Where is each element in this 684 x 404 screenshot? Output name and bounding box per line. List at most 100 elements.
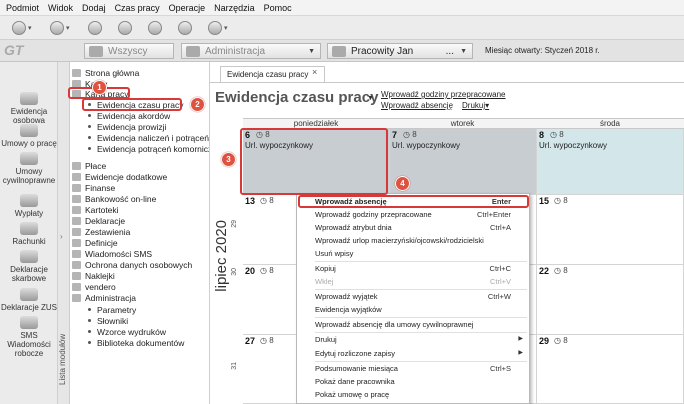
context-menu-item[interactable]: Edytuj rozliczone zapisy ▶ — [315, 349, 525, 360]
tree-subitem[interactable]: Parametry — [88, 304, 136, 315]
menu-narzedzia[interactable]: Narzędzia — [214, 3, 255, 13]
context-menu-item[interactable]: Wprowadź wyjątek Ctrl+W — [315, 292, 525, 303]
link-enter-absence[interactable]: Wprowadź absencję — [381, 101, 453, 110]
hours-value: ◷ 8 — [550, 130, 564, 139]
department-selector[interactable]: Administracja ▼ — [181, 43, 321, 59]
employee-more[interactable]: ... — [446, 46, 454, 57]
calendar-day-cell[interactable]: 15 ◷ 8 — [537, 195, 684, 265]
employee-selector[interactable]: Pracowity Jan... ▼ — [327, 43, 473, 59]
context-menu-item[interactable]: Wprowadź godziny przepracowane Ctrl+Enter — [315, 210, 525, 221]
toolbar-help-button[interactable]: ▾ — [208, 20, 234, 36]
nav-wyplaty[interactable]: Wypłaty — [0, 194, 58, 218]
context-menu-item[interactable]: Usuń wpisy — [315, 249, 525, 260]
nav-deklaracje-zus[interactable]: Deklaracje ZUS — [0, 288, 58, 312]
folder-icon — [72, 260, 81, 269]
folder-icon — [72, 238, 81, 247]
tree-item[interactable]: Zestawienia — [72, 226, 130, 237]
menu-operacje[interactable]: Operacje — [169, 3, 206, 13]
day-number: 29 — [539, 336, 550, 346]
tree-item[interactable]: Kartoteki — [72, 204, 119, 215]
absence-label: Url. wypoczynkowy — [392, 141, 461, 150]
context-menu-label: Edytuj rozliczone zapisy — [315, 349, 396, 358]
week-number: 29 — [231, 220, 238, 228]
context-menu-item[interactable]: Podsumowanie miesiąca Ctrl+S — [315, 364, 525, 375]
module-list-strip[interactable]: › Lista modułów — [58, 62, 70, 404]
nav-sms[interactable]: SMS Wiadomości robocze — [0, 316, 58, 358]
tree-item[interactable]: Płace — [72, 160, 106, 171]
tree-item[interactable]: Ochrona danych osobowych — [72, 259, 192, 270]
toolbar-clock-button[interactable] — [118, 20, 144, 36]
calendar-day-cell[interactable]: 8 ◷ 8 Url. wypoczynkowy — [537, 129, 684, 195]
menu-dodaj[interactable]: Dodaj — [82, 3, 106, 13]
nav-umowy-cywilnoprawne[interactable]: Umowy cywilnoprawne — [0, 152, 58, 185]
tab-ewidencja-czasu-pracy[interactable]: Ewidencja czasu pracy — [220, 66, 325, 82]
tree-item[interactable]: Administracja — [72, 292, 136, 303]
nav-deklaracje-skarbowe[interactable]: Deklaracje skarbowe — [0, 250, 58, 283]
tree-subitem[interactable]: Ewidencja potrąceń komorniczych — [88, 143, 209, 154]
bullet-icon — [88, 319, 91, 322]
week-number: 30 — [231, 268, 238, 276]
tree-item-label: Finanse — [85, 182, 116, 193]
tree-subitem[interactable]: Ewidencja naliczeń i potrąceń — [88, 132, 209, 143]
menu-podmiot[interactable]: Podmiot — [6, 3, 39, 13]
hours-value: ◷ 8 — [403, 130, 417, 139]
toolbar-lock-button[interactable] — [148, 20, 174, 36]
tree-item[interactable]: Definicje — [72, 237, 118, 248]
toolbar-wand-button[interactable] — [178, 20, 204, 36]
step-badge: 4 — [395, 176, 410, 191]
tree-item[interactable]: Naklejki — [72, 270, 115, 281]
day-number: 22 — [539, 266, 550, 276]
context-menu-item[interactable]: Wklej Ctrl+V — [315, 277, 525, 288]
tree-subitem[interactable]: Ewidencja prowizji — [88, 121, 166, 132]
nav-umowy-o-prace[interactable]: Umowy o pracę — [0, 124, 58, 148]
hours-value: ◷ 8 — [260, 266, 274, 275]
context-menu-item[interactable]: Wprowadź atrybut dnia Ctrl+A — [315, 223, 525, 234]
tree-item-label: Słowniki — [97, 315, 129, 326]
menu-widok[interactable]: Widok — [48, 3, 73, 13]
context-menu-item[interactable]: Pokaż dane pracownika — [315, 377, 525, 388]
print-dropdown[interactable]: Drukuj▾ — [462, 101, 489, 110]
nav-ewidencja-osobowa[interactable]: Ewidencja osobowa — [0, 92, 58, 125]
context-menu-item[interactable]: Wprowadź absencję dla umowy cywilnoprawn… — [315, 320, 525, 331]
tree-item-label: Definicje — [85, 237, 118, 248]
toolbar-envelope-button[interactable]: ▾ — [12, 20, 38, 36]
context-menu-item[interactable]: Kopiuj Ctrl+C — [315, 264, 525, 275]
menu-pomoc[interactable]: Pomoc — [264, 3, 292, 13]
group-selector[interactable]: Wszyscy — [84, 43, 174, 59]
tree-item[interactable]: Bankowość on-line — [72, 193, 156, 204]
tree-subitem[interactable]: Biblioteka dokumentów — [88, 337, 184, 348]
context-menu-item[interactable]: Drukuj ▶ — [315, 335, 525, 346]
tree-subitem[interactable]: Słowniki — [88, 315, 128, 326]
calendar-day-cell[interactable]: 22 ◷ 8 — [537, 265, 684, 335]
link-enter-hours[interactable]: Wprowadź godziny przepracowane — [381, 90, 506, 99]
tree-item-label: Strona główna — [85, 67, 140, 78]
tree-subitem[interactable]: Wzorce wydruków — [88, 326, 166, 337]
chevron-down-icon[interactable]: ▼ — [367, 95, 374, 102]
context-menu-label: Wprowadź godziny przepracowane — [315, 210, 432, 219]
tree-item[interactable]: vendero — [72, 281, 116, 292]
person-icon — [332, 45, 346, 57]
tree-item[interactable]: Deklaracje — [72, 215, 125, 226]
calendar-day-cell[interactable]: 7 ◷ 8 Url. wypoczynkowy — [390, 129, 537, 195]
chevron-right-icon[interactable]: › — [60, 232, 63, 241]
menu-czas-pracy[interactable]: Czas pracy — [115, 3, 160, 13]
nav-rachunki[interactable]: Rachunki — [0, 222, 58, 246]
tree-item[interactable]: Strona główna — [72, 67, 139, 78]
context-menu-item[interactable]: Wprowadź urlop macierzyński/ojcowski/rod… — [315, 236, 525, 247]
calendar-day-cell[interactable]: 29 ◷ 8 — [537, 335, 684, 404]
bullet-icon — [88, 308, 91, 311]
toolbar-cd-button[interactable]: ▾ — [50, 20, 76, 36]
tree-item[interactable]: Wiadomości SMS — [72, 248, 152, 259]
toolbar-dollar-button[interactable] — [88, 20, 114, 36]
hours-number: 8 — [563, 196, 568, 205]
tree-item-label: Płace — [85, 160, 107, 171]
context-menu-item[interactable]: Pokaż umowę o pracę — [315, 390, 525, 401]
tree-item-label: Kartoteki — [85, 204, 119, 215]
tree-subitem[interactable]: Ewidencja akordów — [88, 110, 170, 121]
tree-item[interactable]: Finanse — [72, 182, 115, 193]
context-menu-shortcut: Ctrl+S — [489, 364, 511, 373]
tree-item[interactable]: Ewidencje dodatkowe — [72, 171, 167, 182]
close-icon[interactable]: × — [312, 67, 317, 77]
context-menu-item[interactable]: Ewidencja wyjątków — [315, 305, 525, 316]
context-menu-label: Drukuj — [315, 335, 337, 344]
